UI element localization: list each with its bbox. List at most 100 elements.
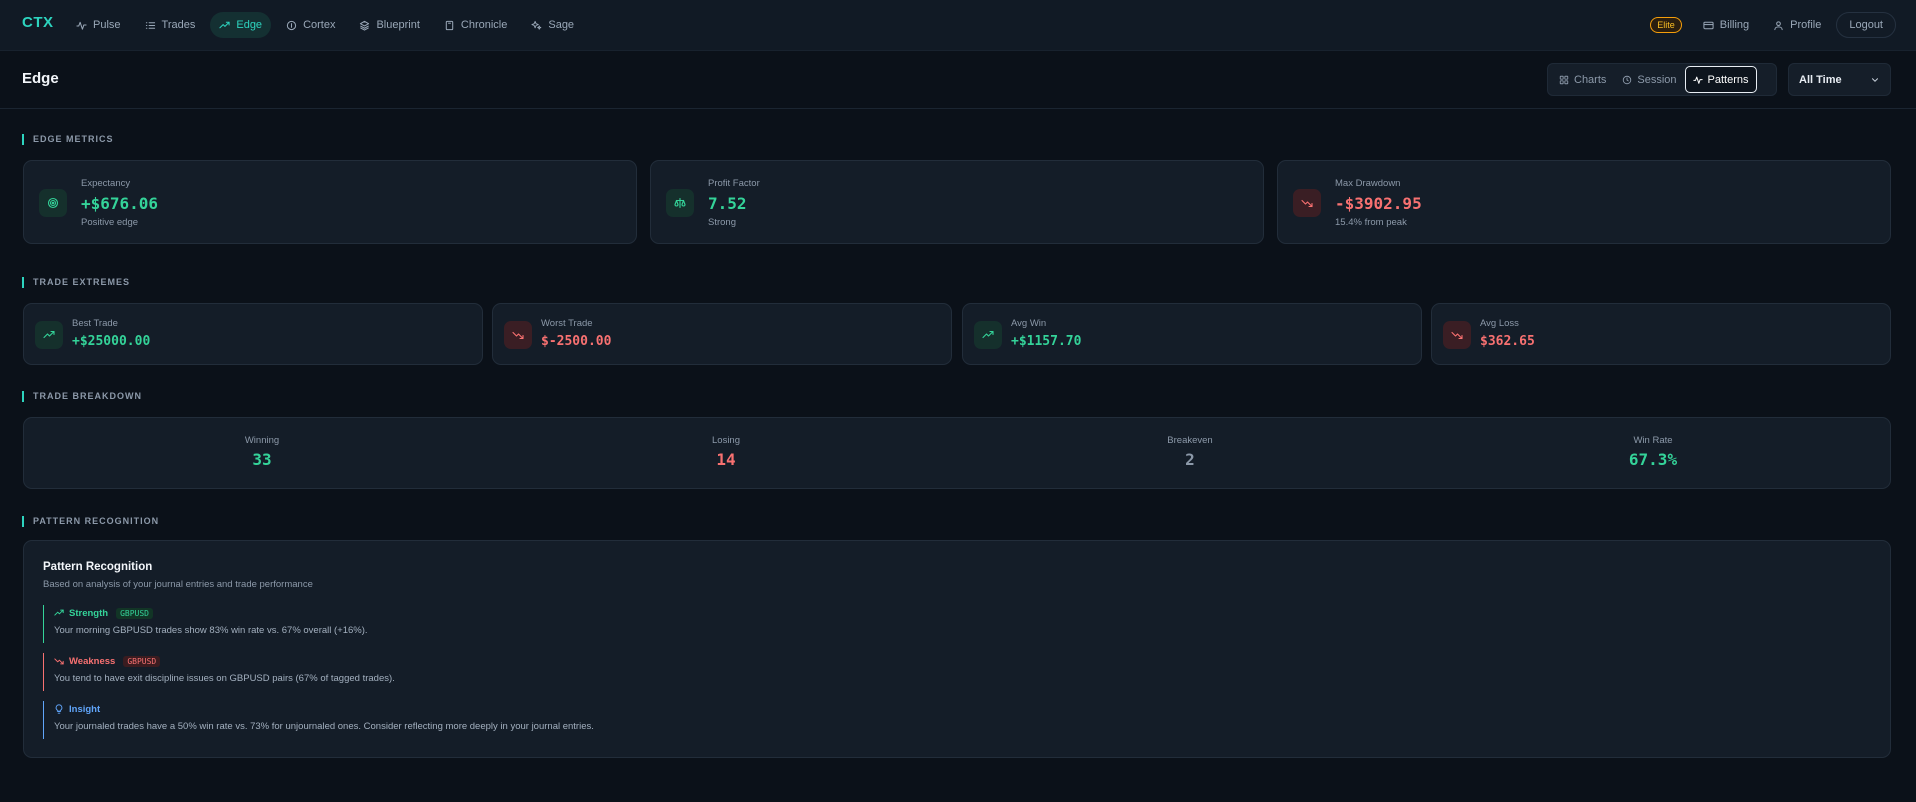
trending-up-icon xyxy=(54,608,64,618)
tab-label: Session xyxy=(1637,73,1677,86)
trending-down-icon xyxy=(54,656,64,666)
best-trade-label: Best Trade xyxy=(72,318,118,329)
nav-item-label: Edge xyxy=(236,19,263,31)
section-trade-extremes: TRADE EXTREMES xyxy=(22,277,130,288)
nav-right: Elite Billing Profile Logout xyxy=(1650,12,1896,38)
activity-icon xyxy=(1692,75,1703,85)
tab-charts[interactable]: Charts xyxy=(1551,66,1614,93)
nav-item-label: Cortex xyxy=(303,19,336,31)
section-pattern-recognition: PATTERN RECOGNITION xyxy=(22,516,159,527)
breakeven-value: 2 xyxy=(1185,450,1195,469)
section-edge-metrics: EDGE METRICS xyxy=(22,134,114,145)
sparkles-icon xyxy=(531,20,542,31)
weakness-text: You tend to have exit discipline issues … xyxy=(54,673,395,684)
avg-loss-card: Avg Loss $362.65 xyxy=(1431,303,1891,365)
book-icon xyxy=(444,20,455,31)
profile-label: Profile xyxy=(1790,19,1822,31)
section-trade-breakdown: TRADE BREAKDOWN xyxy=(22,391,142,402)
nav-item-edge[interactable]: Edge xyxy=(210,12,272,38)
avg-win-label: Avg Win xyxy=(1011,318,1047,329)
chevron-down-icon xyxy=(1870,75,1880,85)
avg-win-value: +$1157.70 xyxy=(1011,334,1082,349)
clock-icon xyxy=(1622,75,1632,85)
strength-item: Strength GBPUSD Your morning GBPUSD trad… xyxy=(43,605,843,643)
trending-up-icon xyxy=(219,20,230,31)
nav-item-blueprint[interactable]: Blueprint xyxy=(350,12,428,38)
expectancy-card: Expectancy +$676.06 Positive edge xyxy=(23,160,637,244)
avg-loss-label: Avg Loss xyxy=(1480,318,1519,329)
scale-icon xyxy=(666,189,694,217)
win-rate-value: 67.3% xyxy=(1628,450,1678,469)
weakness-label: Weakness xyxy=(69,655,116,667)
max-drawdown-value: -$3902.95 xyxy=(1335,194,1422,213)
billing-link[interactable]: Billing xyxy=(1694,12,1758,38)
tab-label: Patterns xyxy=(1707,73,1749,86)
weakness-tag: GBPUSD xyxy=(123,655,161,667)
top-navigation: CTX Pulse Trades Edge Cortex Blueprint C… xyxy=(0,0,1916,51)
time-range-select[interactable]: All Time xyxy=(1788,63,1891,96)
tab-label: Charts xyxy=(1574,73,1607,86)
max-drawdown-card: Max Drawdown -$3902.95 15.4% from peak xyxy=(1277,160,1891,244)
best-trade-value: +$25000.00 xyxy=(72,334,151,349)
logout-button[interactable]: Logout xyxy=(1836,12,1896,38)
pattern-title: Pattern Recognition xyxy=(43,561,153,573)
trending-up-icon xyxy=(35,321,63,349)
pulse-icon xyxy=(76,20,87,31)
weakness-head: Weakness GBPUSD xyxy=(54,653,843,669)
nav-item-pulse[interactable]: Pulse xyxy=(67,12,130,38)
brand-logo[interactable]: CTX xyxy=(22,14,54,31)
worst-trade-card: Worst Trade $-2500.00 xyxy=(492,303,952,365)
plan-badge: Elite xyxy=(1650,17,1682,33)
winning-value: 33 xyxy=(252,450,272,469)
nav-item-label: Chronicle xyxy=(460,19,508,31)
tab-session[interactable]: Session xyxy=(1614,66,1684,93)
nav-item-label: Pulse xyxy=(93,19,121,31)
strength-head: Strength GBPUSD xyxy=(54,605,843,621)
avg-loss-value: $362.65 xyxy=(1480,334,1535,349)
expectancy-label: Expectancy xyxy=(81,178,131,189)
nav-item-chronicle[interactable]: Chronicle xyxy=(435,12,516,38)
weakness-item: Weakness GBPUSD You tend to have exit di… xyxy=(43,653,843,691)
page-title: Edge xyxy=(22,70,59,87)
billing-label: Billing xyxy=(1719,19,1750,31)
credit-card-icon xyxy=(1703,20,1714,31)
strength-tag: GBPUSD xyxy=(116,607,153,619)
max-drawdown-label: Max Drawdown xyxy=(1335,178,1401,189)
trending-down-icon xyxy=(504,321,532,349)
nav-item-label: Blueprint xyxy=(376,19,420,31)
nav-items: Pulse Trades Edge Cortex Blueprint Chron… xyxy=(67,12,583,38)
nav-item-cortex[interactable]: Cortex xyxy=(277,12,344,38)
list-icon xyxy=(145,20,156,31)
nav-item-label: Sage xyxy=(548,19,575,31)
strength-text: Your morning GBPUSD trades show 83% win … xyxy=(54,625,368,636)
nav-item-trades[interactable]: Trades xyxy=(136,12,205,38)
expectancy-value: +$676.06 xyxy=(81,194,159,213)
layers-icon xyxy=(359,20,370,31)
breakeven-label: Breakeven xyxy=(1167,435,1213,446)
trending-down-icon xyxy=(1293,189,1321,217)
lightbulb-icon xyxy=(54,704,64,714)
trade-breakdown-card: Winning 33 Losing 14 Breakeven 2 Win Rat… xyxy=(23,417,1891,489)
nav-item-sage[interactable]: Sage xyxy=(522,12,583,38)
pattern-subtitle: Based on analysis of your journal entrie… xyxy=(43,579,313,590)
nav-item-label: Trades xyxy=(161,19,196,31)
target-icon xyxy=(39,189,67,217)
info-icon xyxy=(286,20,297,31)
profile-link[interactable]: Profile xyxy=(1764,12,1830,38)
insight-label: Insight xyxy=(69,703,101,715)
winning-label: Winning xyxy=(244,435,280,446)
worst-trade-label: Worst Trade xyxy=(541,318,593,329)
profit-factor-card: Profit Factor 7.52 Strong xyxy=(650,160,1264,244)
profit-factor-value: 7.52 xyxy=(708,194,747,213)
losing-value: 14 xyxy=(716,450,736,469)
range-value: All Time xyxy=(1799,73,1842,86)
user-icon xyxy=(1773,20,1784,31)
trending-down-icon xyxy=(1443,321,1471,349)
trending-up-icon xyxy=(974,321,1002,349)
profit-factor-label: Profit Factor xyxy=(708,178,760,189)
insight-text: Your journaled trades have a 50% win rat… xyxy=(54,721,594,732)
view-tabs: Charts Session Patterns xyxy=(1547,63,1777,96)
best-trade-card: Best Trade +$25000.00 xyxy=(23,303,483,365)
tab-patterns[interactable]: Patterns xyxy=(1684,66,1757,93)
worst-trade-value: $-2500.00 xyxy=(541,334,612,349)
